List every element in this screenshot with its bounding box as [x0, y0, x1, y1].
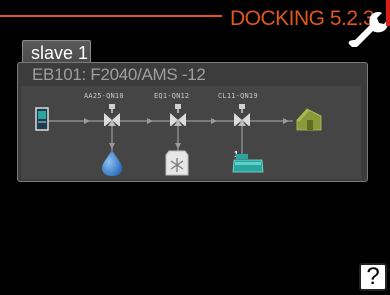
alert-indicator — [386, 0, 390, 26]
wrench-icon[interactable] — [345, 3, 389, 47]
component-label-eq1: EQ1-QN12 — [154, 92, 190, 100]
valve-icon[interactable] — [169, 104, 187, 126]
component-label-cl11: CL11-QN19 — [218, 92, 258, 100]
flow-lines — [46, 118, 293, 154]
help-button[interactable]: ? — [359, 263, 387, 291]
system-panel: EB101: F2040/AMS -12 AA25-QN10 EQ1-QN12 — [17, 62, 368, 182]
flow-diagram: AA25-QN10 EQ1-QN12 CL11-QN19 — [21, 86, 361, 179]
valve-icon[interactable] — [103, 104, 121, 126]
cooling-unit-icon — [165, 150, 189, 176]
hot-water-drop-icon — [102, 150, 122, 176]
pool-icon — [232, 154, 264, 173]
component-label-aa25: AA25-QN10 — [84, 92, 124, 100]
device-label: EB101: F2040/AMS -12 — [32, 65, 206, 84]
tab-slave-1[interactable]: slave 1 — [22, 40, 91, 64]
header-divider — [0, 15, 222, 17]
valve-icon[interactable] — [233, 104, 251, 126]
heat-pump-icon — [35, 107, 49, 131]
house-icon — [296, 108, 322, 131]
